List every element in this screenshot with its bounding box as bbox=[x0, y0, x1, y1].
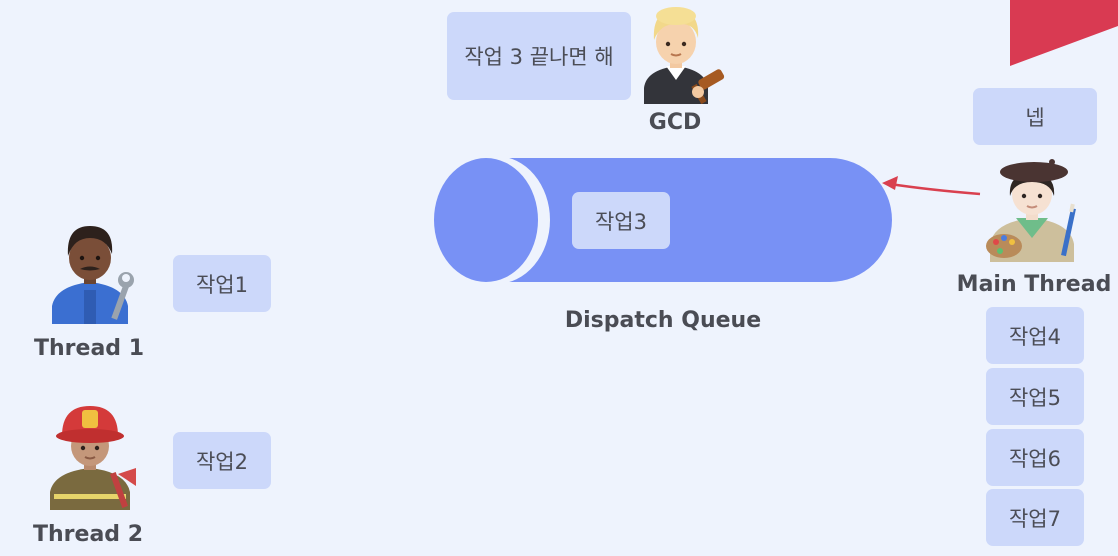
main-thread-task-4: 작업4 bbox=[986, 307, 1084, 364]
main-thread-reply-bubble: 넵 bbox=[973, 88, 1097, 145]
main-thread-task-6-text: 작업6 bbox=[1008, 446, 1061, 471]
main-thread-task-5-text: 작업5 bbox=[1008, 385, 1061, 410]
main-thread-task-7-text: 작업7 bbox=[1008, 506, 1061, 531]
gcd-speech-bubble: 작업 3 끝나면 해 bbox=[447, 12, 631, 100]
artist-woman-icon bbox=[986, 159, 1076, 262]
mechanic-man-icon bbox=[52, 226, 134, 324]
main-thread-task-7: 작업7 bbox=[986, 489, 1084, 546]
gcd-speech-text: 작업 3 끝나면 해 bbox=[464, 45, 614, 69]
queue-task-3: 작업3 bbox=[572, 192, 670, 249]
queue-task-3-text: 작업3 bbox=[594, 209, 647, 234]
thread-1-task: 작업1 bbox=[173, 255, 271, 312]
corner-flag-decoration bbox=[1010, 0, 1118, 66]
thread-2-label: Thread 2 bbox=[33, 522, 143, 547]
thread-1-task-text: 작업1 bbox=[195, 272, 248, 297]
gcd-label: GCD bbox=[648, 110, 702, 135]
main-thread-task-6: 작업6 bbox=[986, 429, 1084, 486]
thread-1-label: Thread 1 bbox=[34, 336, 144, 361]
main-thread-reply-text: 넵 bbox=[1025, 105, 1045, 130]
dispatch-queue-label: Dispatch Queue bbox=[564, 308, 762, 333]
thread-2-task: 작업2 bbox=[173, 432, 271, 489]
main-thread-task-4-text: 작업4 bbox=[1008, 324, 1061, 349]
main-thread-task-5: 작업5 bbox=[986, 368, 1084, 425]
thread-2-task-text: 작업2 bbox=[195, 449, 248, 474]
judge-person-icon bbox=[644, 7, 725, 104]
main-thread-label: Main Thread bbox=[956, 272, 1112, 297]
firefighter-icon bbox=[50, 406, 136, 510]
enqueue-arrow bbox=[882, 176, 981, 196]
